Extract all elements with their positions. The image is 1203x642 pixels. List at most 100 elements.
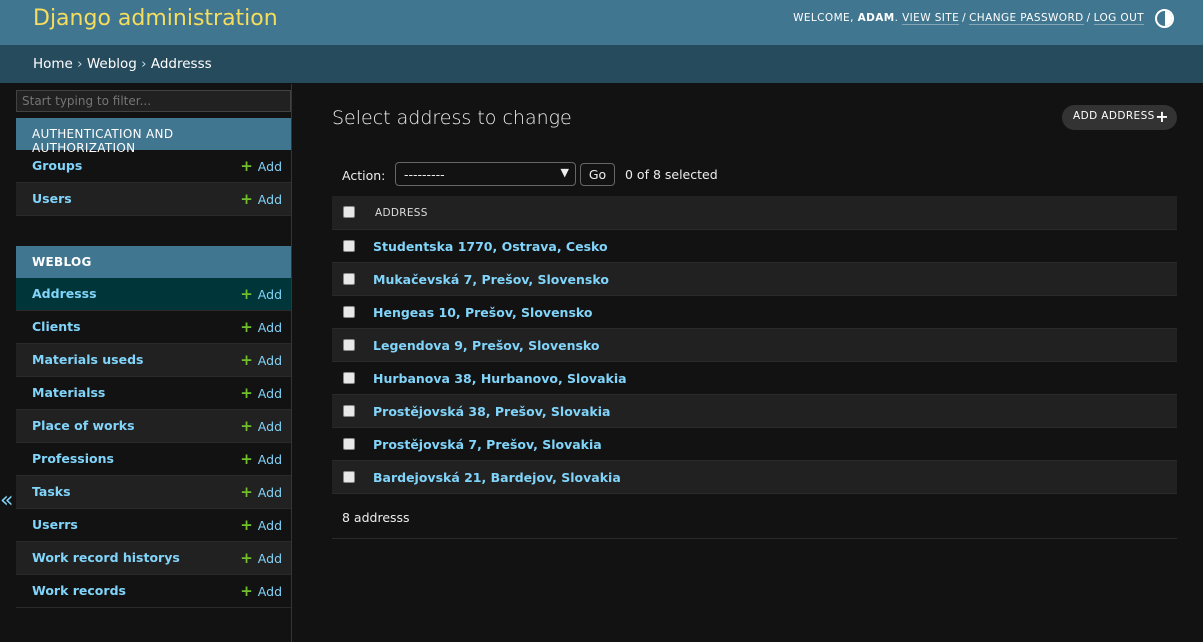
add-materials-useds-link[interactable]: + Add <box>240 351 282 369</box>
actions-bar: Action: --------- ▼ Go 0 of 8 selected <box>332 158 1177 193</box>
table-row: Studentska 1770, Ostrava, Cesko <box>332 230 1177 263</box>
add-clients-link[interactable]: + Add <box>240 318 282 336</box>
change-password-link[interactable]: CHANGE PASSWORD <box>969 12 1084 25</box>
nav-filter-input[interactable] <box>16 90 291 112</box>
add-work-records-link[interactable]: + Add <box>240 582 282 600</box>
row-checkbox[interactable] <box>343 372 355 384</box>
column-header-address[interactable]: ADDRESS <box>375 207 428 219</box>
module-caption-auth[interactable]: AUTHENTICATION AND AUTHORIZATION <box>16 118 291 155</box>
plus-icon: + <box>240 450 253 468</box>
plus-icon: + <box>240 285 253 303</box>
sidebar-item-label[interactable]: Userrs <box>32 517 78 532</box>
table-row: Hengeas 10, Prešov, Slovensko <box>332 296 1177 329</box>
add-address-button[interactable]: ADD ADDRESS + <box>1062 105 1177 130</box>
row-link[interactable]: Prostějovská 7, Prešov, Slovakia <box>373 437 602 452</box>
plus-icon: + <box>240 351 253 369</box>
view-site-link[interactable]: VIEW SITE <box>902 12 960 25</box>
breadcrumb-weblog[interactable]: Weblog <box>87 56 137 72</box>
add-users-link[interactable]: + Add <box>240 190 282 208</box>
result-table: ADDRESS Studentska 1770, Ostrava, Cesko … <box>332 196 1177 494</box>
table-row: Mukačevská 7, Prešov, Slovensko <box>332 263 1177 296</box>
plus-icon: + <box>240 516 253 534</box>
sidebar-item-label[interactable]: Materialss <box>32 385 105 400</box>
sidebar-item-label[interactable]: Users <box>32 191 72 206</box>
row-link[interactable]: Bardejovská 21, Bardejov, Slovakia <box>373 470 621 485</box>
plus-icon: + <box>240 582 253 600</box>
sidebar-item-label[interactable]: Materials useds <box>32 352 144 367</box>
table-header: ADDRESS <box>332 196 1177 230</box>
row-checkbox[interactable] <box>343 471 355 483</box>
sidebar-item-materialss[interactable]: Materialss + Add <box>16 377 291 410</box>
sidebar-item-groups[interactable]: Groups + Add <box>16 150 291 183</box>
row-link[interactable]: Legendova 9, Prešov, Slovensko <box>373 338 600 353</box>
module-caption-weblog[interactable]: WEBLOG <box>16 246 291 278</box>
add-professions-link[interactable]: + Add <box>240 450 282 468</box>
row-checkbox[interactable] <box>343 240 355 252</box>
sidebar-item-tasks[interactable]: Tasks + Add <box>16 476 291 509</box>
plus-icon: + <box>240 157 253 175</box>
sidebar-item-label[interactable]: Work records <box>32 583 126 598</box>
user-tools: WELCOME, ADAM. VIEW SITE / CHANGE PASSWORD… <box>793 12 1144 25</box>
row-checkbox[interactable] <box>343 438 355 450</box>
sidebar-item-label[interactable]: Work record historys <box>32 550 180 565</box>
action-label: Action: <box>342 168 386 183</box>
logout-link[interactable]: LOG OUT <box>1093 12 1144 25</box>
sidebar-item-materials-useds[interactable]: Materials useds + Add <box>16 344 291 377</box>
go-button[interactable]: Go <box>580 163 615 186</box>
plus-icon: + <box>240 190 253 208</box>
add-groups-link[interactable]: + Add <box>240 157 282 175</box>
sidebar-item-userrs[interactable]: Userrs + Add <box>16 509 291 542</box>
result-count: 8 addresss <box>342 510 410 525</box>
plus-icon: + <box>240 549 253 567</box>
sidebar-item-label[interactable]: Tasks <box>32 484 71 499</box>
username: ADAM <box>857 12 895 24</box>
row-checkbox[interactable] <box>343 405 355 417</box>
row-link[interactable]: Prostějovská 38, Prešov, Slovakia <box>373 404 610 419</box>
table-row: Legendova 9, Prešov, Slovensko <box>332 329 1177 362</box>
theme-toggle-icon[interactable] <box>1155 9 1174 28</box>
row-checkbox[interactable] <box>343 273 355 285</box>
sidebar: AUTHENTICATION AND AUTHORIZATION Groups … <box>15 84 292 642</box>
plus-icon: + <box>240 417 253 435</box>
site-branding[interactable]: Django administration <box>33 6 278 31</box>
action-select[interactable]: --------- ▼ <box>395 162 576 186</box>
sidebar-item-users[interactable]: Users + Add <box>16 183 291 216</box>
breadcrumb-home[interactable]: Home <box>33 56 73 72</box>
row-link[interactable]: Hengeas 10, Prešov, Slovensko <box>373 305 592 320</box>
add-tasks-link[interactable]: + Add <box>240 483 282 501</box>
sidebar-item-professions[interactable]: Professions + Add <box>16 443 291 476</box>
table-row: Hurbanova 38, Hurbanovo, Slovakia <box>332 362 1177 395</box>
selected-count: 0 of 8 selected <box>625 167 718 182</box>
row-link[interactable]: Hurbanova 38, Hurbanovo, Slovakia <box>373 371 627 386</box>
add-place-of-works-link[interactable]: + Add <box>240 417 282 435</box>
sidebar-item-clients[interactable]: Clients + Add <box>16 311 291 344</box>
add-materialss-link[interactable]: + Add <box>240 384 282 402</box>
row-link[interactable]: Studentska 1770, Ostrava, Cesko <box>373 239 608 254</box>
welcome-text: WELCOME, <box>793 12 854 24</box>
breadcrumb: Home › Weblog › Addresss <box>0 45 1203 83</box>
sidebar-item-addresss[interactable]: Addresss + Add <box>16 278 291 311</box>
sidebar-item-label[interactable]: Groups <box>32 158 82 173</box>
add-userrs-link[interactable]: + Add <box>240 516 282 534</box>
row-checkbox[interactable] <box>343 339 355 351</box>
paginator: 8 addresss <box>332 496 1177 539</box>
table-row: Prostějovská 38, Prešov, Slovakia <box>332 395 1177 428</box>
header: Django administration WELCOME, ADAM. VIE… <box>0 0 1203 45</box>
add-addresss-link[interactable]: + Add <box>240 285 282 303</box>
sidebar-collapse-icon[interactable]: « <box>0 488 13 513</box>
breadcrumb-current: Addresss <box>150 56 212 72</box>
sidebar-item-label[interactable]: Clients <box>32 319 81 334</box>
sidebar-item-place-of-works[interactable]: Place of works + Add <box>16 410 291 443</box>
sidebar-item-label[interactable]: Place of works <box>32 418 135 433</box>
plus-icon: + <box>240 318 253 336</box>
page-title: Select address to change <box>332 107 572 129</box>
sidebar-item-label[interactable]: Addresss <box>32 286 97 301</box>
row-link[interactable]: Mukačevská 7, Prešov, Slovensko <box>373 272 609 287</box>
add-work-record-historys-link[interactable]: + Add <box>240 549 282 567</box>
row-checkbox[interactable] <box>343 306 355 318</box>
sidebar-item-label[interactable]: Professions <box>32 451 114 466</box>
plus-icon: + <box>240 384 253 402</box>
sidebar-item-work-records[interactable]: Work records + Add <box>16 575 291 608</box>
select-all-checkbox[interactable] <box>343 206 355 218</box>
sidebar-item-work-record-historys[interactable]: Work record historys + Add <box>16 542 291 575</box>
